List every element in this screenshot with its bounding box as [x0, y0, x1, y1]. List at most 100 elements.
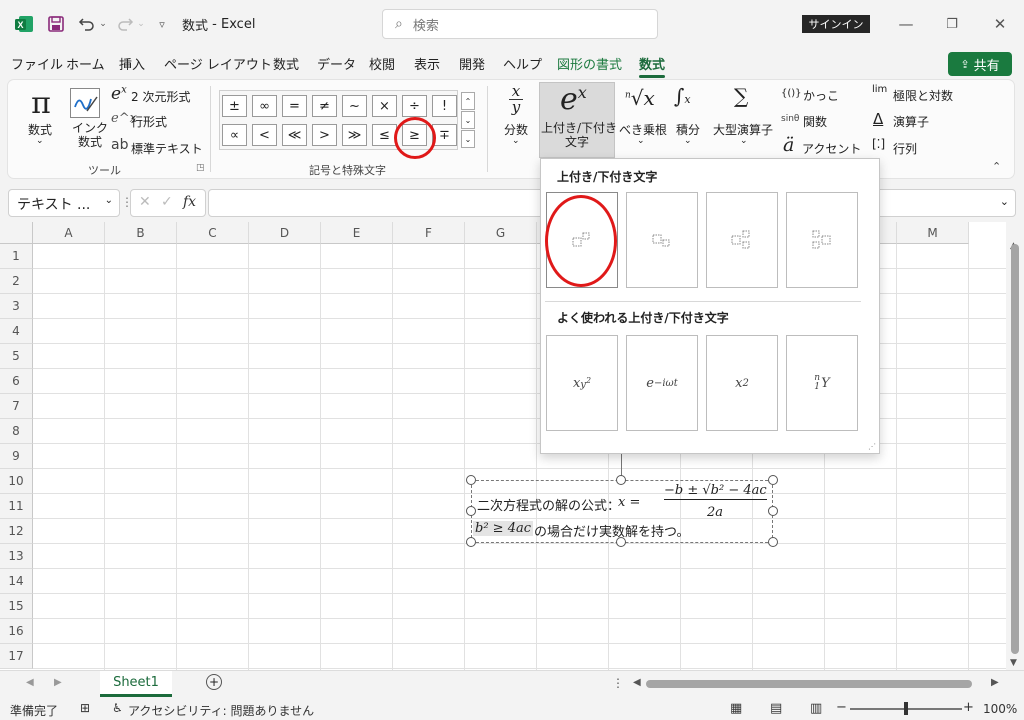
common-script-tile-1[interactable]: x y2	[546, 335, 618, 431]
row-header[interactable]: 11	[0, 494, 33, 519]
column-header[interactable]: E	[321, 222, 393, 244]
undo-dropdown-icon[interactable]: ⌄	[98, 12, 108, 36]
sign-in-button[interactable]: サインイン	[802, 15, 870, 33]
row-header[interactable]: 5	[0, 344, 33, 369]
horizontal-scroll-thumb[interactable]	[646, 680, 972, 688]
tab-view[interactable]: 表示	[414, 54, 440, 73]
row-header[interactable]: 8	[0, 419, 33, 444]
restore-icon[interactable]: ❐	[942, 12, 962, 36]
column-header[interactable]: A	[33, 222, 105, 244]
row-header[interactable]: 4	[0, 319, 33, 344]
column-header[interactable]: M	[897, 222, 969, 244]
normal-view-icon[interactable]: ▦	[730, 701, 742, 716]
ink-equation-button[interactable]: インク 数式	[72, 121, 108, 149]
column-header[interactable]: F	[393, 222, 465, 244]
save-icon[interactable]	[46, 12, 66, 36]
row-header[interactable]: 2	[0, 269, 33, 294]
function-button[interactable]: 関数	[803, 113, 827, 130]
prev-sheet-icon[interactable]: ◀	[26, 677, 34, 688]
redo-icon[interactable]	[114, 12, 136, 36]
tab-equation[interactable]: 数式	[639, 54, 666, 78]
tab-home[interactable]: ホーム	[66, 54, 105, 73]
symbol-tilde[interactable]: ~	[342, 95, 367, 117]
tab-data[interactable]: データ	[317, 54, 356, 73]
subscript-tile[interactable]	[626, 192, 698, 288]
symbol-greater-than[interactable]: >	[312, 124, 337, 146]
collapse-ribbon-icon[interactable]: ⌃	[992, 160, 1001, 173]
tab-review[interactable]: 校閲	[369, 54, 395, 73]
professional-format-button[interactable]: 2 次元形式	[131, 88, 190, 105]
row-header[interactable]: 9	[0, 444, 33, 469]
tab-shape-format[interactable]: 図形の書式	[557, 54, 622, 73]
resize-handle[interactable]	[768, 537, 778, 547]
symbol-infinity[interactable]: ∞	[252, 95, 277, 117]
insert-function-icon[interactable]: fx	[183, 194, 196, 210]
symbol-times[interactable]: ×	[372, 95, 397, 117]
row-header[interactable]: 17	[0, 644, 33, 669]
next-sheet-icon[interactable]: ▶	[54, 677, 62, 688]
resize-handle[interactable]	[768, 506, 778, 516]
row-header[interactable]: 12	[0, 519, 33, 544]
resize-handle[interactable]	[616, 475, 626, 485]
tab-file[interactable]: ファイル	[11, 54, 63, 73]
share-button[interactable]: ⇪ 共有	[948, 52, 1012, 76]
expand-formula-bar-icon[interactable]: ⌄	[1000, 195, 1009, 208]
symbol-greater-equal[interactable]: ≥	[402, 124, 427, 146]
common-script-tile-2[interactable]: e −iωt	[626, 335, 698, 431]
undo-icon[interactable]	[76, 12, 98, 36]
symbol-plus-minus[interactable]: ±	[222, 95, 247, 117]
resize-handle[interactable]	[466, 475, 476, 485]
integral-dropdown-icon[interactable]: ⌄	[684, 136, 692, 146]
resize-handle[interactable]	[466, 537, 476, 547]
row-header[interactable]: 10	[0, 469, 33, 494]
symbol-equals[interactable]: =	[282, 95, 307, 117]
vertical-scroll-thumb[interactable]	[1011, 244, 1019, 654]
accent-button[interactable]: アクセント	[802, 140, 861, 157]
symbol-proportional[interactable]: ∝	[222, 124, 247, 146]
row-header[interactable]: 7	[0, 394, 33, 419]
normal-text-button[interactable]: 標準テキスト	[131, 140, 203, 157]
common-script-tile-3[interactable]: x2	[706, 335, 778, 431]
sheet-bar-more-icon[interactable]: ⋮	[612, 676, 624, 690]
zoom-level[interactable]: 100%	[983, 702, 1017, 716]
scroll-left-icon[interactable]: ◀	[633, 677, 641, 688]
sheet-tab-sheet1[interactable]: Sheet1	[100, 671, 172, 697]
tab-developer[interactable]: 開発	[459, 54, 485, 73]
row-header[interactable]: 16	[0, 619, 33, 644]
zoom-in-icon[interactable]: +	[963, 700, 974, 715]
zoom-out-icon[interactable]: −	[836, 700, 847, 715]
column-header[interactable]: C	[177, 222, 249, 244]
column-header[interactable]: B	[105, 222, 177, 244]
bracket-button[interactable]: かっこ	[803, 87, 839, 104]
radical-dropdown-icon[interactable]: ⌄	[637, 136, 645, 146]
symbol-much-greater[interactable]: ≫	[342, 124, 367, 146]
status-accessibility[interactable]: アクセシビリティ: 問題ありません	[128, 702, 314, 719]
resize-handle[interactable]	[466, 506, 476, 516]
row-header[interactable]: 6	[0, 369, 33, 394]
tab-formulas[interactable]: 数式	[273, 54, 299, 73]
superscript-tile[interactable]	[546, 192, 618, 288]
symbol-less-equal[interactable]: ≤	[372, 124, 397, 146]
symbol-minus-plus[interactable]: ∓	[432, 124, 457, 146]
macro-record-icon[interactable]: ⊞	[80, 701, 90, 715]
row-header[interactable]: 1	[0, 244, 33, 269]
left-sub-superscript-tile[interactable]	[786, 192, 858, 288]
symbol-scroll-down-icon[interactable]: ⌄	[461, 111, 475, 129]
row-header[interactable]: 15	[0, 594, 33, 619]
zoom-slider-thumb[interactable]	[904, 702, 908, 715]
vertical-scrollbar[interactable]: ▲ ▼	[1006, 222, 1024, 670]
tab-page-layout[interactable]: ページ レイアウト	[164, 54, 272, 73]
matrix-button[interactable]: 行列	[893, 140, 917, 157]
name-box-dropdown-icon[interactable]: ⌄	[105, 195, 113, 206]
row-header[interactable]: 13	[0, 544, 33, 569]
linear-format-button[interactable]: 行形式	[131, 113, 167, 130]
select-all-corner[interactable]	[0, 222, 33, 244]
accessibility-icon[interactable]: ♿	[112, 701, 123, 715]
tab-insert[interactable]: 挿入	[119, 54, 145, 73]
symbol-scroll-up-icon[interactable]: ⌃	[461, 92, 475, 110]
tools-launcher-icon[interactable]: ◳	[196, 163, 205, 173]
resize-handle[interactable]	[768, 475, 778, 485]
customize-quick-access-icon[interactable]: ▿	[154, 12, 170, 36]
close-icon[interactable]: ✕	[990, 12, 1010, 36]
symbol-not-equal[interactable]: ≠	[312, 95, 337, 117]
